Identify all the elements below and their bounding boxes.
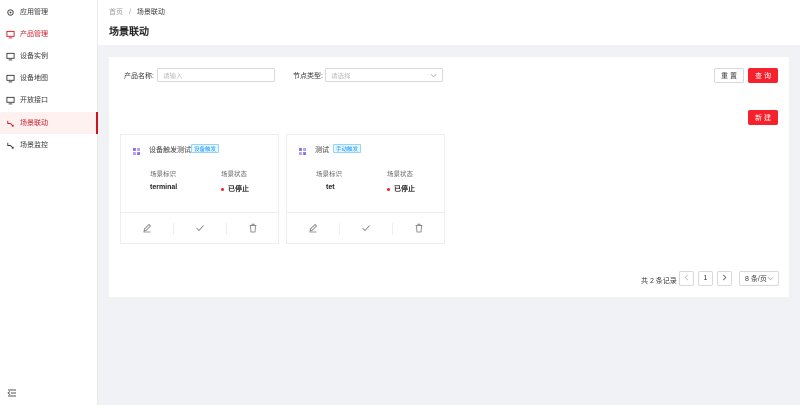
sidebar-item-device-map[interactable]: 设备地图 [0,67,98,89]
sidebar: 应用管理 产品管理 设备实例 设备地图 开放接口 场景联动 场景监控 [0,0,98,405]
reset-button[interactable]: 重 置 [714,68,744,83]
status-text: 已停止 [394,186,415,193]
divider [392,223,393,235]
monitor-icon [6,74,15,83]
scene-icon [299,148,306,155]
product-name-input[interactable]: 请输入 [157,68,275,82]
card-actions [121,212,278,244]
scene-id-value: terminal [150,184,178,191]
edit-icon[interactable] [308,223,318,233]
status-text: 已停止 [228,186,249,193]
status-dot [221,187,224,191]
divider [173,223,174,235]
breadcrumb-current: 场景联动 [136,9,165,16]
breadcrumb-separator: / [128,9,131,16]
product-name-label: 产品名称: [124,73,154,80]
node-type-select[interactable]: 请选择 [325,68,443,82]
sidebar-item-label: 开放接口 [20,97,48,104]
total-records: 共 2 条记录 [641,278,677,285]
check-icon[interactable] [195,223,205,233]
link-icon [6,141,15,150]
scene-id-label: 场景标识 [316,171,342,178]
scene-card[interactable]: 设备触发测试 设备触发 场景标识 场景状态 terminal 已停止 [120,134,279,244]
link-icon [6,119,15,128]
scene-status-label: 场景状态 [387,171,413,178]
chevron-right-icon [721,274,728,283]
sidebar-item-scene-linkage[interactable]: 场景联动 [0,112,98,134]
divider [226,223,227,235]
chevron-down-icon [430,72,437,79]
next-page-button[interactable] [717,271,732,286]
scene-name: 设备触发测试 [149,147,191,154]
page-header: 首页 / 场景联动 场景联动 [98,0,800,45]
delete-icon[interactable] [248,223,258,233]
sidebar-item-label: 场景监控 [20,142,48,149]
sidebar-item-label: 设备实例 [20,53,48,60]
sidebar-item-label: 应用管理 [20,9,48,16]
scene-name: 测试 [315,147,329,154]
chevron-left-icon [683,274,690,283]
check-icon[interactable] [361,223,371,233]
monitor-icon [6,52,15,61]
settings-icon [6,8,15,17]
breadcrumb: 首页 / 场景联动 [109,7,165,17]
trigger-tag: 设备触发 [191,144,220,153]
status-dot [387,187,390,191]
sidebar-item-product-management[interactable]: 产品管理 [0,23,98,45]
product-name-placeholder: 请输入 [163,73,183,80]
sidebar-item-label: 场景联动 [20,120,48,127]
sidebar-item-open-api[interactable]: 开放接口 [0,89,98,111]
scene-id-value: tet [326,184,335,191]
sidebar-item-label: 产品管理 [20,31,48,38]
node-type-placeholder: 请选择 [331,73,351,80]
menu-fold-icon[interactable] [7,388,17,398]
scene-status-label: 场景状态 [221,171,247,178]
page-number[interactable]: 1 [698,271,713,286]
page-size-select[interactable]: 8 条/页 [739,271,779,286]
scene-status-value: 已停止 [221,184,249,194]
scene-icon [133,148,140,155]
divider [339,223,340,235]
main-panel: 产品名称: 请输入 节点类型: 请选择 重 置 查 询 新 建 设备触发测试 设… [109,57,789,297]
sidebar-item-app-management[interactable]: 应用管理 [0,1,98,23]
breadcrumb-home[interactable]: 首页 [109,9,123,16]
delete-icon[interactable] [414,223,424,233]
sidebar-item-device-instance[interactable]: 设备实例 [0,45,98,67]
monitor-icon [6,30,15,39]
scene-status-value: 已停止 [387,184,415,194]
card-actions [287,212,444,244]
monitor-icon [6,96,15,105]
chevron-down-icon [767,275,774,284]
query-button[interactable]: 查 询 [748,68,778,83]
page-title: 场景联动 [109,27,149,38]
node-type-label: 节点类型: [293,73,323,80]
create-button[interactable]: 新 建 [748,110,778,125]
scene-id-label: 场景标识 [150,171,176,178]
trigger-tag: 手动触发 [333,144,362,153]
page-size-value: 8 条/页 [745,275,767,283]
sidebar-item-label: 设备地图 [20,75,48,82]
sidebar-item-scene-monitor[interactable]: 场景监控 [0,134,98,156]
prev-page-button[interactable] [679,271,694,286]
edit-icon[interactable] [142,223,152,233]
scene-card[interactable]: 测试 手动触发 场景标识 场景状态 tet 已停止 [286,134,445,244]
